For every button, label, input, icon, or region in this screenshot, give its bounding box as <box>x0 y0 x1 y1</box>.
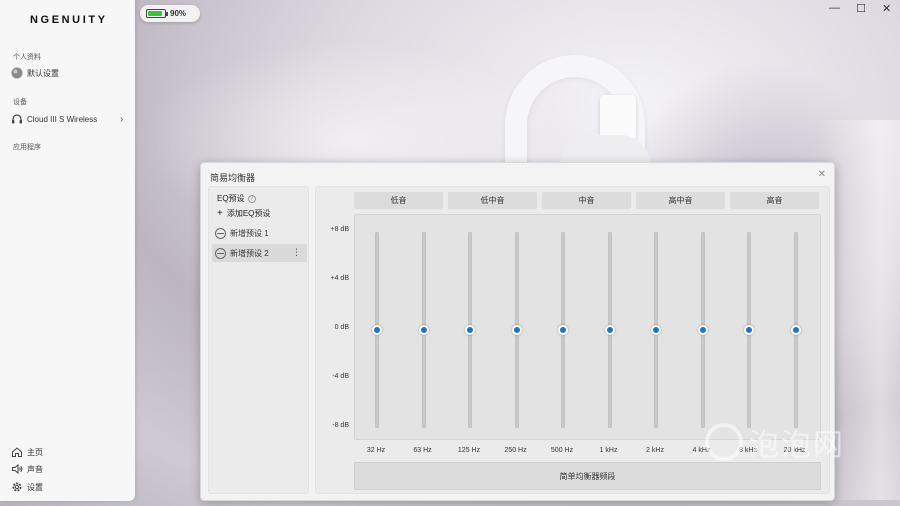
battery-indicator[interactable]: 90% <box>140 5 200 22</box>
preset-icon <box>215 247 226 259</box>
headset-icon <box>12 114 22 124</box>
band-header: 高音 <box>730 192 819 209</box>
eq-preset-title: EQ预设 ? <box>217 193 256 204</box>
watermark: 泡泡网 <box>705 420 845 464</box>
sidebar-item-device[interactable]: Cloud III S Wireless <box>11 113 97 125</box>
info-icon[interactable]: ? <box>247 194 256 203</box>
frequency-label: 500 Hz <box>550 447 574 454</box>
sidebar-item-label: 默认设置 <box>27 68 59 78</box>
frequency-label: 250 Hz <box>504 447 527 454</box>
sidebar-item-label: 设置 <box>27 482 43 492</box>
db-label: 0 dB <box>334 324 349 331</box>
eq-slider-area <box>354 214 821 440</box>
more-options-icon[interactable]: ⋮ <box>292 247 301 258</box>
simple-eq-bands-button[interactable]: 简单均衡器频段 <box>354 462 821 490</box>
eq-slider-knob[interactable] <box>651 325 661 335</box>
app-logo: NGENUITY <box>30 14 108 26</box>
battery-icon <box>146 9 168 18</box>
sidebar-item-home[interactable]: 主页 <box>11 446 43 458</box>
apps-section-label: 应用程序 <box>13 144 41 151</box>
plus-icon: + <box>217 208 223 219</box>
sidebar: NGENUITY 个人资料 默认设置 设备 Cloud III S Wirele… <box>0 0 135 501</box>
eq-slider-knob[interactable] <box>744 325 754 335</box>
profile-section-label: 个人资料 <box>13 54 41 61</box>
dialog-title: 简易均衡器 <box>210 173 256 183</box>
band-header: 高中音 <box>636 192 725 209</box>
frequency-label: 125 Hz <box>457 447 481 454</box>
sidebar-item-label: 声音 <box>27 464 43 474</box>
sidebar-item-default-profile[interactable]: 默认设置 <box>11 67 59 79</box>
band-header: 低音 <box>354 192 443 209</box>
frequency-label: 63 Hz <box>413 447 432 454</box>
watermark-logo-icon <box>705 423 743 461</box>
eq-slider-knob[interactable] <box>465 325 475 335</box>
eq-slider-knob[interactable] <box>790 325 801 335</box>
preset-icon <box>215 227 226 239</box>
eq-slider-knob[interactable] <box>558 325 568 335</box>
db-label: -4 dB <box>332 373 349 380</box>
chevron-right-icon[interactable]: › <box>120 114 123 125</box>
maximize-button[interactable]: ☐ <box>856 2 866 15</box>
battery-percent: 90% <box>170 9 187 18</box>
add-eq-preset-button[interactable]: + 添加EQ预设 <box>217 208 270 219</box>
eq-slider-knob[interactable] <box>372 325 382 335</box>
eq-slider-knob[interactable] <box>697 325 708 335</box>
globe-icon <box>11 67 23 79</box>
speaker-icon <box>12 463 23 475</box>
eq-slider-knob[interactable] <box>604 325 615 335</box>
minimize-button[interactable]: — <box>829 2 840 14</box>
sidebar-item-sound[interactable]: 声音 <box>11 463 43 475</box>
sidebar-item-settings[interactable]: 设置 <box>11 481 43 493</box>
frequency-label: 1 kHz <box>599 447 618 454</box>
eq-slider-knob[interactable] <box>418 325 429 335</box>
preset-item[interactable]: 新增预设 1 <box>212 224 307 242</box>
eq-preset-panel: EQ预设 ? + 添加EQ预设 新增预设 1 新增预设 2 ⋮ <box>208 186 309 494</box>
band-header: 低中音 <box>448 192 537 209</box>
gear-icon <box>12 482 22 492</box>
sidebar-item-label: 主页 <box>27 447 43 457</box>
db-label: +8 dB <box>330 226 350 233</box>
band-header: 中音 <box>542 192 631 209</box>
preset-item[interactable]: 新增预设 2 ⋮ <box>212 244 307 262</box>
eq-slider-knob[interactable] <box>511 325 522 335</box>
close-window-button[interactable]: ✕ <box>882 2 891 15</box>
frequency-label: 32 Hz <box>366 447 386 454</box>
sidebar-item-label: Cloud III S Wireless <box>27 114 98 124</box>
home-icon <box>12 447 22 457</box>
close-icon[interactable]: ✕ <box>818 169 826 180</box>
devices-section-label: 设备 <box>13 99 27 106</box>
db-label: +4 dB <box>330 275 350 282</box>
db-label: -8 dB <box>332 422 349 429</box>
frequency-label: 2 kHz <box>646 447 664 454</box>
